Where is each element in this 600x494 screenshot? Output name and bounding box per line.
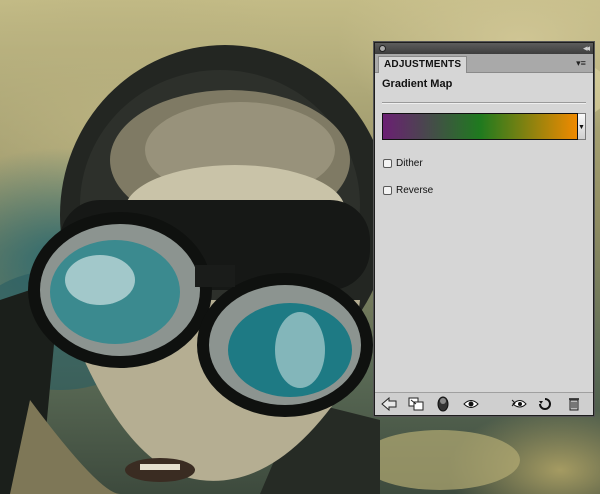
panel-toolbar: [375, 392, 593, 415]
back-arrow-icon[interactable]: [381, 396, 397, 412]
panel-menu-icon[interactable]: ▾≡: [573, 57, 589, 69]
gradient-dropdown-icon[interactable]: ▼: [578, 113, 586, 140]
reverse-option[interactable]: Reverse: [383, 183, 433, 197]
panel-title-bar[interactable]: ◂◂: [375, 43, 593, 54]
view-previous-state-icon[interactable]: [511, 396, 527, 412]
reverse-label: Reverse: [396, 184, 434, 196]
gradient-preview[interactable]: [382, 113, 578, 140]
reverse-checkbox[interactable]: [383, 185, 392, 195]
panel-tab-bar: ADJUSTMENTS ▾≡: [375, 54, 593, 73]
adjustments-panel: ◂◂ ADJUSTMENTS ▾≡ Gradient Map ▼ Dither …: [374, 42, 594, 416]
collapse-icon[interactable]: ◂◂: [583, 43, 590, 54]
dither-label: Dither: [396, 157, 423, 169]
close-icon[interactable]: [379, 45, 386, 52]
reset-icon[interactable]: [537, 396, 553, 412]
adjustment-title: Gradient Map: [382, 78, 453, 90]
dither-checkbox[interactable]: [383, 158, 392, 168]
trash-icon[interactable]: [566, 396, 582, 412]
visibility-eye-icon[interactable]: [463, 396, 479, 412]
gradient-bar[interactable]: [383, 114, 577, 139]
tab-adjustments[interactable]: ADJUSTMENTS: [378, 56, 468, 73]
divider: [382, 102, 586, 104]
dither-option[interactable]: Dither: [383, 156, 423, 170]
toggle-panel-size-icon[interactable]: [408, 396, 424, 412]
clip-to-layer-icon[interactable]: [435, 396, 451, 412]
